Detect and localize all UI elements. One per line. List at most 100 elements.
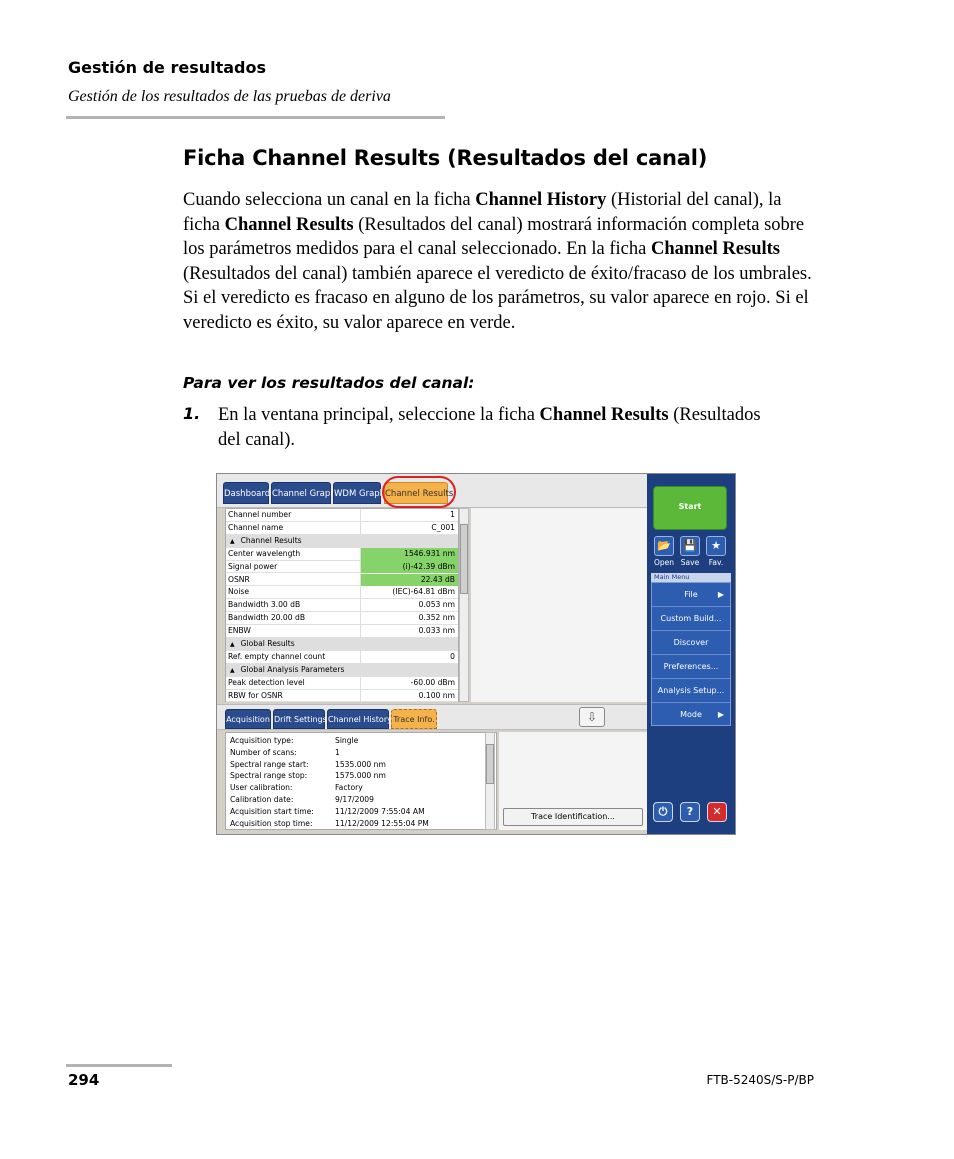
info-row: Acquisition stop time: 11/12/2009 12:55:0… (230, 819, 490, 830)
info-label: Acquisition stop time: (230, 818, 313, 828)
row-value: 22.43 dB (360, 573, 458, 587)
table-row: Peak detection level -60.00 dBm (226, 676, 458, 690)
info-row: User calibration: Factory (230, 783, 490, 794)
tab-dashboard[interactable]: Dashboard (223, 482, 270, 504)
main-menu: File ▶ Custom Build... Discover Preferenc… (651, 582, 731, 726)
table-row: Signal power (i)-42.39 dBm (226, 560, 458, 574)
row-label: OSNR (228, 574, 250, 584)
step-text: En la ventana principal, seleccione la f… (218, 405, 761, 450)
info-row: Number of scans: 1 (230, 748, 490, 759)
header-rule (66, 116, 445, 119)
intro-paragraph: Cuando selecciona un canal en la ficha C… (183, 190, 812, 333)
info-value: 1535.000 nm (335, 759, 386, 769)
folder-open-icon[interactable]: 📂 (654, 536, 674, 556)
highlight-circle (382, 476, 456, 508)
row-value: -60.00 dBm (360, 676, 458, 690)
collapse-icon[interactable]: ▲ (230, 667, 235, 674)
menu-item-discover[interactable]: Discover (652, 631, 730, 655)
page-number: 294 (68, 1071, 100, 1089)
trace-identification-button[interactable]: Trace Identification... (503, 808, 643, 826)
row-label: Channel name (228, 522, 284, 532)
info-label: Spectral range start: (230, 759, 309, 769)
row-value: C_001 (360, 521, 458, 535)
table-row: Bandwidth 3.00 dB 0.053 nm (226, 599, 458, 613)
menu-item-analysis-setup[interactable]: Analysis Setup... (652, 679, 730, 703)
star-icon[interactable]: ★ (706, 536, 726, 556)
close-icon[interactable]: ✕ (707, 802, 727, 822)
info-value: 11/12/2009 12:55:04 PM (335, 818, 429, 828)
table-row: OSNR 22.43 dB (226, 573, 458, 587)
table-row: Noise (IEC)-64.81 dBm (226, 586, 458, 600)
row-label: Signal power (228, 561, 278, 571)
table-row: RBW for OSNR 0.100 nm (226, 689, 458, 703)
row-value: (i)-42.39 dBm (360, 560, 458, 574)
menu-item-custom-build[interactable]: Custom Build... (652, 607, 730, 631)
tab-channel-graph[interactable]: Channel Graph (271, 482, 336, 504)
table-row: Bandwidth 20.00 dB 0.352 nm (226, 612, 458, 626)
step-number: 1. (183, 404, 201, 423)
table-row: Center wavelength 1546.931 nm (226, 547, 458, 561)
info-row: Calibration date: 9/17/2009 (230, 795, 490, 806)
table-row: Channel name C_001 (226, 521, 458, 535)
row-value: 0.053 nm (360, 599, 458, 613)
collapse-icon[interactable]: ▲ (230, 538, 235, 545)
row-label: ▲ Global Analysis Parameters (230, 664, 345, 674)
procedure-title: Para ver los resultados del canal: (183, 374, 475, 392)
row-value: 0.033 nm (360, 625, 458, 638)
tab-trace-info[interactable]: Trace Info. (391, 709, 437, 729)
term-channel-results: Channel Results (224, 214, 354, 235)
start-button[interactable]: Start (653, 486, 727, 530)
info-row: Spectral range stop: 1575.000 nm (230, 771, 490, 782)
info-label: Spectral range stop: (230, 771, 308, 781)
row-label: RBW for OSNR (228, 690, 283, 700)
info-label: User calibration: (230, 783, 293, 793)
open-label: Open (653, 558, 675, 567)
info-label: Number of scans: (230, 747, 297, 757)
results-scroll-thumb[interactable] (460, 524, 468, 594)
row-label: Noise (228, 587, 250, 597)
tab-wdm-graph[interactable]: WDM Graph (333, 482, 385, 504)
results-empty-panel (471, 508, 647, 702)
section-heading: Ficha Channel Results (Resultados del ca… (183, 146, 708, 170)
power-icon[interactable]: ⏻ (653, 802, 673, 822)
term-channel-results: Channel Results (650, 239, 780, 259)
table-row: ENBW 0.033 nm (226, 625, 458, 638)
bottom-tab-bar: Acquisition Drift Settings Channel Histo… (217, 704, 647, 730)
menu-item-preferences[interactable]: Preferences... (652, 655, 730, 679)
expand-down-icon[interactable]: ⇩ (579, 707, 605, 727)
table-group-row[interactable]: ▲ Global Results (226, 638, 458, 651)
table-row: Ref. empty channel count 0 (226, 650, 458, 664)
trace-info-panel: Acquisition type: Single Number of scans: 1… (225, 732, 497, 830)
term-channel-history: Channel History (475, 190, 607, 210)
trace-info-scroll-thumb[interactable] (486, 744, 494, 784)
row-label: Center wavelength (228, 548, 301, 558)
menu-item-mode[interactable]: Mode ▶ (652, 703, 730, 727)
table-group-row[interactable]: ▲ Global Analysis Parameters (226, 663, 458, 677)
info-value: Single (335, 736, 359, 745)
info-value: 1 (335, 747, 340, 757)
info-row: Acquisition type: Single (230, 736, 490, 747)
info-row: Acquisition start time: 11/12/2009 7:55:0… (230, 807, 490, 818)
info-label: Calibration date: (230, 795, 294, 804)
tab-channel-history[interactable]: Channel History (327, 709, 392, 729)
right-sidebar: Start 📂 💾 ★ Open Save Fav. Main Menu Fil… (647, 474, 735, 834)
chapter-title: Gestión de resultados (68, 58, 267, 77)
help-icon[interactable]: ? (680, 802, 700, 822)
info-value: 9/17/2009 (335, 795, 374, 804)
menu-item-file[interactable]: File ▶ (652, 583, 730, 607)
save-icon[interactable]: 💾 (680, 536, 700, 556)
row-label: Bandwidth 3.00 dB (228, 600, 301, 610)
footer-rule (66, 1064, 172, 1067)
row-label: Bandwidth 20.00 dB (228, 613, 306, 623)
info-label: Acquisition start time: (230, 806, 314, 816)
collapse-icon[interactable]: ▲ (230, 641, 235, 648)
row-value: 0.100 nm (360, 689, 458, 703)
tab-acquisition[interactable]: Acquisition (225, 709, 271, 729)
tab-drift-settings[interactable]: Drift Settings (273, 709, 327, 729)
row-label: Channel number (228, 510, 292, 519)
product-name: FTB-5240S/S-P/BP (706, 1073, 814, 1087)
row-label: Ref. empty channel count (228, 651, 326, 661)
row-label: ▲ Global Results (230, 639, 295, 648)
row-label: ENBW (228, 626, 251, 636)
table-group-row[interactable]: ▲ Channel Results (226, 534, 458, 548)
